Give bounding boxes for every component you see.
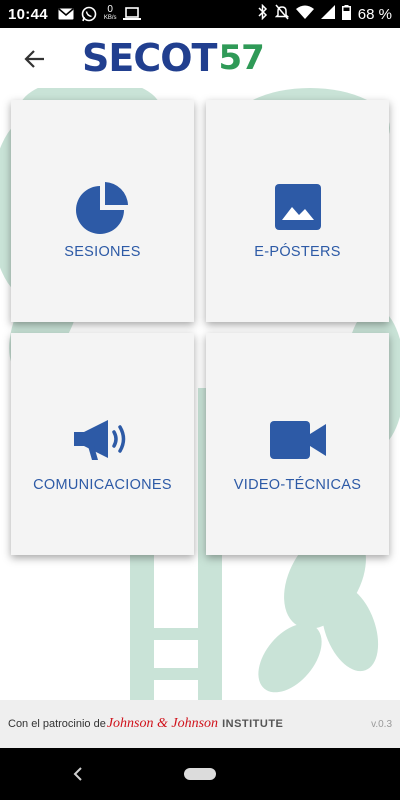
gmail-icon: [58, 8, 74, 20]
chevron-left-icon: [73, 767, 82, 781]
sponsor-footer: Con el patrocinio de Johnson & Johnson I…: [0, 700, 400, 748]
bluetooth-icon: [258, 3, 268, 24]
tile-sesiones[interactable]: SESIONES: [11, 100, 194, 322]
mute-bell-icon: [274, 4, 290, 24]
tile-label: VIDEO-TÉCNICAS: [233, 477, 362, 493]
network-speed: 0 KB/s: [104, 5, 117, 23]
tile-video-tecnicas[interactable]: VIDEO-TÉCNICAS: [206, 333, 389, 555]
tile-comunicaciones[interactable]: COMUNICACIONES: [11, 333, 194, 555]
app-screen: 10:44 0 KB/s 68 % SECOT 57 SESIONES E-PÓ…: [0, 0, 400, 800]
tile-eposters[interactable]: E-PÓSTERS: [206, 100, 389, 322]
wifi-icon: [295, 5, 314, 23]
app-version: v.0.3: [371, 718, 392, 730]
battery-icon: [341, 4, 351, 24]
pie-chart-icon: [75, 182, 130, 234]
sponsor-brand-logo: Johnson & Johnson: [106, 716, 219, 731]
nav-back-button[interactable]: [68, 764, 88, 784]
status-bar: 10:44 0 KB/s 68 %: [0, 0, 400, 28]
signal-icon: [320, 5, 335, 23]
video-camera-icon: [269, 415, 326, 465]
system-nav-bar: [0, 748, 400, 800]
network-speed-value: 0: [107, 4, 113, 15]
sponsor-suffix: INSTITUTE: [222, 718, 284, 730]
image-icon: [274, 182, 321, 232]
status-right-group: 68 %: [258, 3, 392, 24]
arrow-left-icon: [24, 50, 44, 68]
laptop-icon: [122, 7, 141, 21]
network-speed-unit: KB/s: [103, 15, 117, 21]
battery-percentage: 68 %: [357, 5, 392, 23]
status-time: 10:44: [8, 5, 48, 23]
logo-text: SECOT: [82, 36, 217, 80]
tile-label: SESIONES: [64, 244, 141, 260]
nav-home-pill[interactable]: [184, 768, 216, 780]
logo-number: 57: [218, 38, 264, 78]
sponsor-prefix: Con el patrocinio de: [8, 718, 106, 730]
tile-label: COMUNICACIONES: [33, 477, 172, 493]
whatsapp-icon: [81, 6, 97, 22]
back-button[interactable]: [18, 42, 52, 76]
app-header: SECOT 57: [0, 28, 400, 88]
megaphone-icon: [73, 415, 132, 465]
tile-label: E-PÓSTERS: [254, 244, 341, 260]
secot-logo: SECOT 57: [82, 36, 265, 80]
